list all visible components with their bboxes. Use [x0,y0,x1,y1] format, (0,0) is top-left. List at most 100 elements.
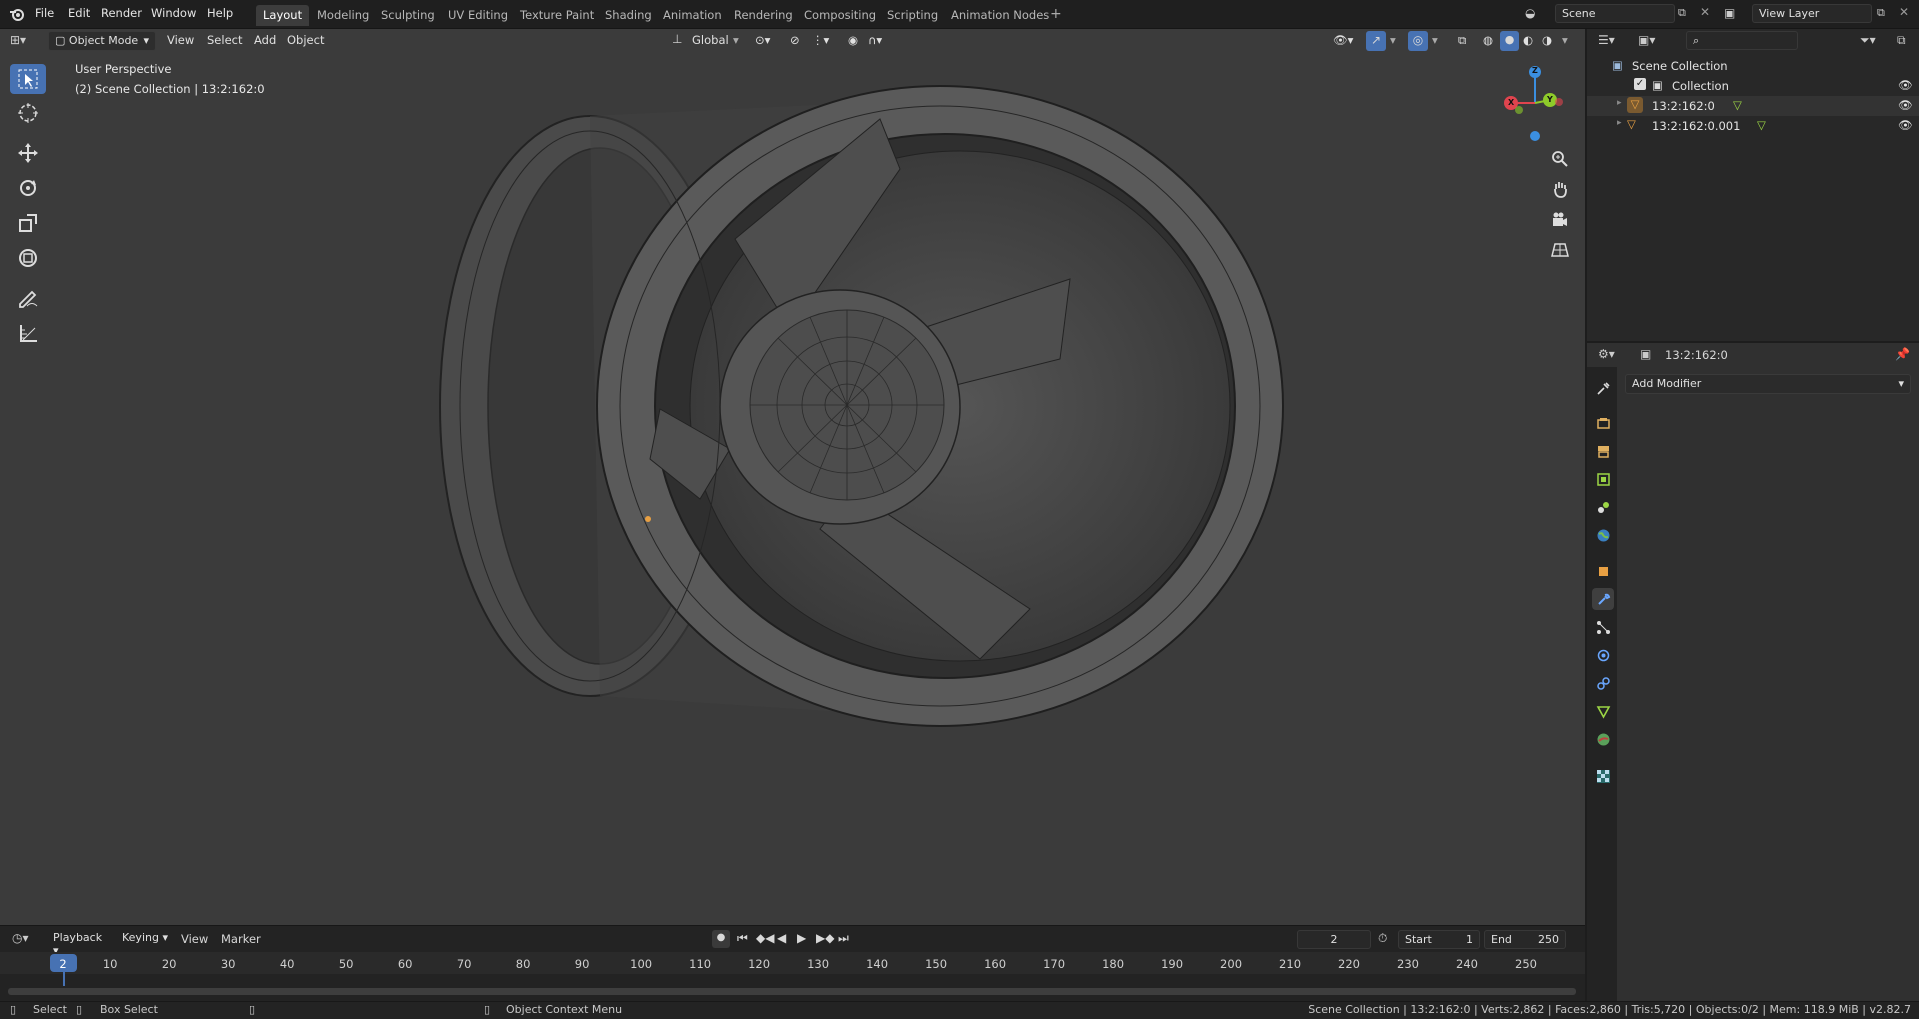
copy-scene-icon[interactable]: ⧉ [1678,6,1686,20]
prev-keyframe-icon[interactable]: ◆◀ [756,931,774,945]
menu-edit[interactable]: Edit [68,6,90,20]
timeline-view-menu[interactable]: View [181,932,208,946]
marker-menu[interactable]: Marker [221,932,261,946]
start-frame-field[interactable]: Start 1 [1398,930,1480,949]
solid-shading-icon[interactable]: ● [1500,31,1519,51]
play-reverse-icon[interactable]: ◀ [777,931,786,945]
clock-icon[interactable]: ◷▾ [12,931,29,945]
modifier-wrench-icon[interactable] [1592,588,1614,610]
filter-icon[interactable]: ⏷▾ [1860,33,1876,48]
outliner-search-input[interactable]: ⌕ [1686,31,1798,50]
physics-tab-icon[interactable] [1592,644,1614,666]
menu-select[interactable]: Select [207,33,242,47]
navigation-gizmo[interactable]: Z X Y [1495,60,1575,145]
menu-window[interactable]: Window [151,6,196,20]
menu-add[interactable]: Add [254,33,276,47]
outliner-row-collection[interactable]: ✓ ▣ Collection 👁 [1587,76,1919,96]
menu-object[interactable]: Object [287,33,324,47]
jump-start-icon[interactable]: ⏮ [737,931,748,946]
next-keyframe-icon[interactable]: ▶◆ [816,931,834,945]
keying-menu[interactable]: Keying ▾ [116,929,176,949]
timeline-scrollbar[interactable] [8,988,1576,995]
tab-animation[interactable]: Animation [656,5,729,26]
cursor-tool[interactable] [10,98,46,128]
playback-menu[interactable]: Playback ▾ [47,929,112,957]
menu-view[interactable]: View [167,33,194,47]
new-collection-icon[interactable]: ⧉ [1897,33,1906,48]
3d-viewport[interactable] [0,29,1585,925]
copy-view-layer-icon[interactable]: ⧉ [1877,6,1885,20]
tab-animation-nodes[interactable]: Animation Nodes [944,5,1056,26]
menu-file[interactable]: File [35,6,54,20]
orientation-dropdown[interactable]: Global [692,33,729,47]
tab-texture-paint[interactable]: Texture Paint [513,5,601,26]
tab-rendering[interactable]: Rendering [727,5,800,26]
constraints-tab-icon[interactable] [1592,672,1614,694]
tab-shading[interactable]: Shading [598,5,659,26]
scene-icon[interactable]: ◒ [1525,6,1535,20]
menu-render[interactable]: Render [101,6,142,20]
end-frame-field[interactable]: End 250 [1484,930,1566,949]
zoom-icon[interactable] [1547,146,1573,172]
eye-icon[interactable]: 👁 [1898,78,1913,92]
expand-arrow-icon[interactable]: ▸ [1617,118,1622,128]
outliner-editor-icon[interactable]: ☰▾ [1598,33,1615,47]
wireframe-shading-icon[interactable]: ◍ [1483,33,1493,47]
editor-type-icon[interactable]: ⊞▾ [10,33,26,47]
material-tab-icon[interactable] [1592,728,1614,750]
xray-icon[interactable]: ⧉ [1458,33,1466,48]
scene-tab-icon[interactable] [1592,496,1614,518]
visibility-icon[interactable]: 👁▾ [1333,33,1353,47]
perspective-grid-icon[interactable] [1547,237,1573,263]
orientation-icon[interactable]: ⊥ [672,32,682,46]
transform-tool[interactable] [10,243,46,273]
view-layer-icon[interactable]: ▣ [1724,6,1735,20]
object-tab-icon[interactable] [1592,560,1614,582]
close-scene-icon[interactable]: ✕ [1700,5,1710,19]
tab-scripting[interactable]: Scripting [880,5,945,26]
output-tab-icon[interactable] [1592,440,1614,462]
measure-tool[interactable] [10,318,46,348]
tab-compositing[interactable]: Compositing [797,5,883,26]
texture-tab-icon[interactable] [1592,765,1614,787]
particles-tab-icon[interactable] [1592,616,1614,638]
properties-editor-icon[interactable]: ⚙▾ [1598,347,1615,361]
world-tab-icon[interactable] [1592,524,1614,546]
tool-tab-icon[interactable] [1592,377,1614,399]
add-modifier-dropdown[interactable]: Add Modifier ▾ [1625,374,1911,394]
checkbox-icon[interactable]: ✓ [1634,78,1646,90]
material-shading-icon[interactable]: ◐ [1523,33,1533,47]
view-layer-field[interactable]: View Layer [1752,4,1872,23]
render-tab-icon[interactable] [1592,412,1614,434]
outliner-row-scene-collection[interactable]: ▣ Scene Collection [1587,56,1919,76]
eye-icon[interactable]: 👁 [1898,98,1913,112]
rendered-shading-icon[interactable]: ◑ [1542,33,1552,47]
add-workspace-icon[interactable]: + [1050,6,1062,22]
camera-icon[interactable] [1547,207,1573,233]
scene-field[interactable]: Scene [1555,4,1675,23]
view-layer-tab-icon[interactable] [1592,468,1614,490]
snap-icon[interactable]: ⊘ [790,33,800,47]
pan-hand-icon[interactable] [1547,176,1573,202]
expand-arrow-icon[interactable]: ▸ [1617,98,1622,108]
proportional-edit-icon[interactable]: ◉ [848,33,858,47]
overlay-toggle-icon[interactable]: ◎ [1408,31,1428,51]
select-box-tool[interactable] [10,64,46,94]
stopwatch-icon[interactable]: ⏱ [1378,931,1387,946]
close-view-layer-icon[interactable]: ✕ [1899,5,1909,19]
outliner-row-object[interactable]: ▸ ▽ 13:2:162:0.001 ▽ 👁 [1587,116,1919,136]
mode-dropdown[interactable]: ▢ Object Mode ▾ [48,31,156,51]
gizmo-toggle-icon[interactable]: ↗ [1366,31,1386,51]
snap-target-icon[interactable]: ⋮▾ [812,33,829,47]
current-frame-field[interactable]: 2 [1297,930,1371,949]
display-mode-icon[interactable]: ▣▾ [1638,33,1655,47]
pin-icon[interactable]: 📌 [1895,347,1910,361]
play-icon[interactable]: ▶ [797,931,806,945]
jump-end-icon[interactable]: ⏭ [838,931,849,946]
outliner-row-object[interactable]: ▸ ▽ 13:2:162:0 ▽ 👁 [1587,96,1919,116]
annotate-tool[interactable] [10,283,46,313]
falloff-icon[interactable]: ∩▾ [868,33,882,47]
tab-modeling[interactable]: Modeling [310,5,376,26]
tab-layout[interactable]: Layout [256,5,310,26]
record-icon[interactable]: ● [712,930,730,948]
